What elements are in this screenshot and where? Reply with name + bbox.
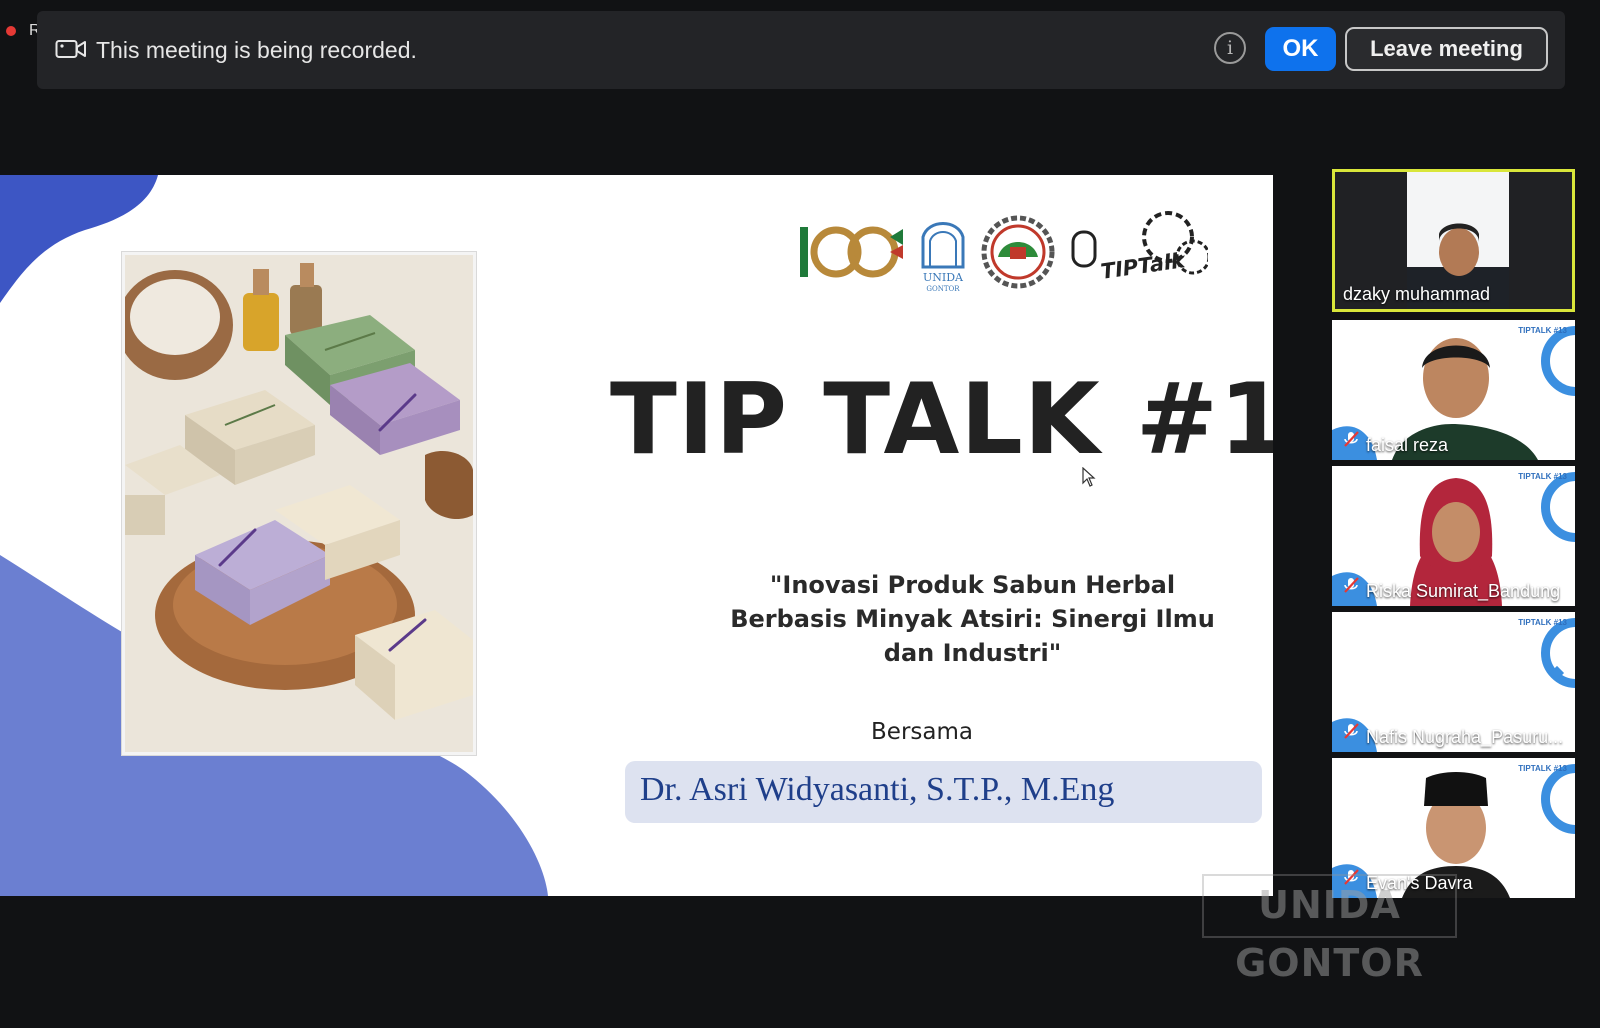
university-seal-logo [981,215,1055,289]
participant-name: Nafis Nugraha_Pasuru... [1366,727,1564,747]
slide-subtitle: "Inovasi Produk Sabun Herbal Berbasis Mi… [730,571,1215,667]
speaker-name-box: Dr. Asri Widyasanti, S.T.P., M.Eng [625,761,1262,823]
ok-button[interactable]: OK [1265,27,1336,71]
info-icon[interactable]: i [1214,32,1246,64]
shared-screen-slide: UNIDA GONTOR TIPTalk TIP TALK #13 "Inova… [0,175,1273,896]
slide-logo-row: UNIDA GONTOR TIPTalk [800,211,1208,293]
participant-name: dzaky muhammad [1343,284,1491,304]
100-years-logo [800,226,903,278]
leave-meeting-button[interactable]: Leave meeting [1345,27,1548,71]
participant-name: Riska Sumirat_Bandung [1366,581,1561,601]
recording-dot-icon [6,26,16,36]
mouse-cursor-icon [1082,466,1096,492]
participant-tile-active-speaker[interactable]: dzaky muhammad [1332,169,1575,312]
recording-message: This meeting is being recorded. [96,37,417,63]
participant-tile[interactable]: TIPTALK #13 Nafis Nugraha_Pasuru... [1332,612,1575,752]
video-camera-icon [55,38,87,65]
svg-text:GONTOR: GONTOR [926,285,960,293]
watermark: UNIDA GONTOR [1202,874,1457,985]
microphone-muted-icon [1342,576,1360,599]
participant-tile[interactable]: TIPTALK #13 Riska Sumirat_Bandung [1332,466,1575,606]
slide-with-label: Bersama [871,719,973,745]
unida-gontor-logo: UNIDA GONTOR [921,222,965,293]
speaker-name: Dr. Asri Widyasanti, S.T.P., M.Eng [640,771,1115,808]
microphone-muted-icon [1342,722,1360,745]
svg-text:TIPTalk: TIPTalk [1099,248,1188,284]
recording-notice-banner: This meeting is being recorded. i OK Lea… [37,11,1565,89]
slide-title: TIP TALK #13 [610,363,1273,477]
tiptalk-logo: TIPTalk [1071,211,1208,284]
microphone-muted-icon [1342,430,1360,453]
svg-text:UNIDA: UNIDA [923,271,964,284]
participant-tile[interactable]: TIPTALK #13 faisal reza [1332,320,1575,460]
participant-name: faisal reza [1366,435,1449,455]
herbal-soap-photo [122,252,476,755]
